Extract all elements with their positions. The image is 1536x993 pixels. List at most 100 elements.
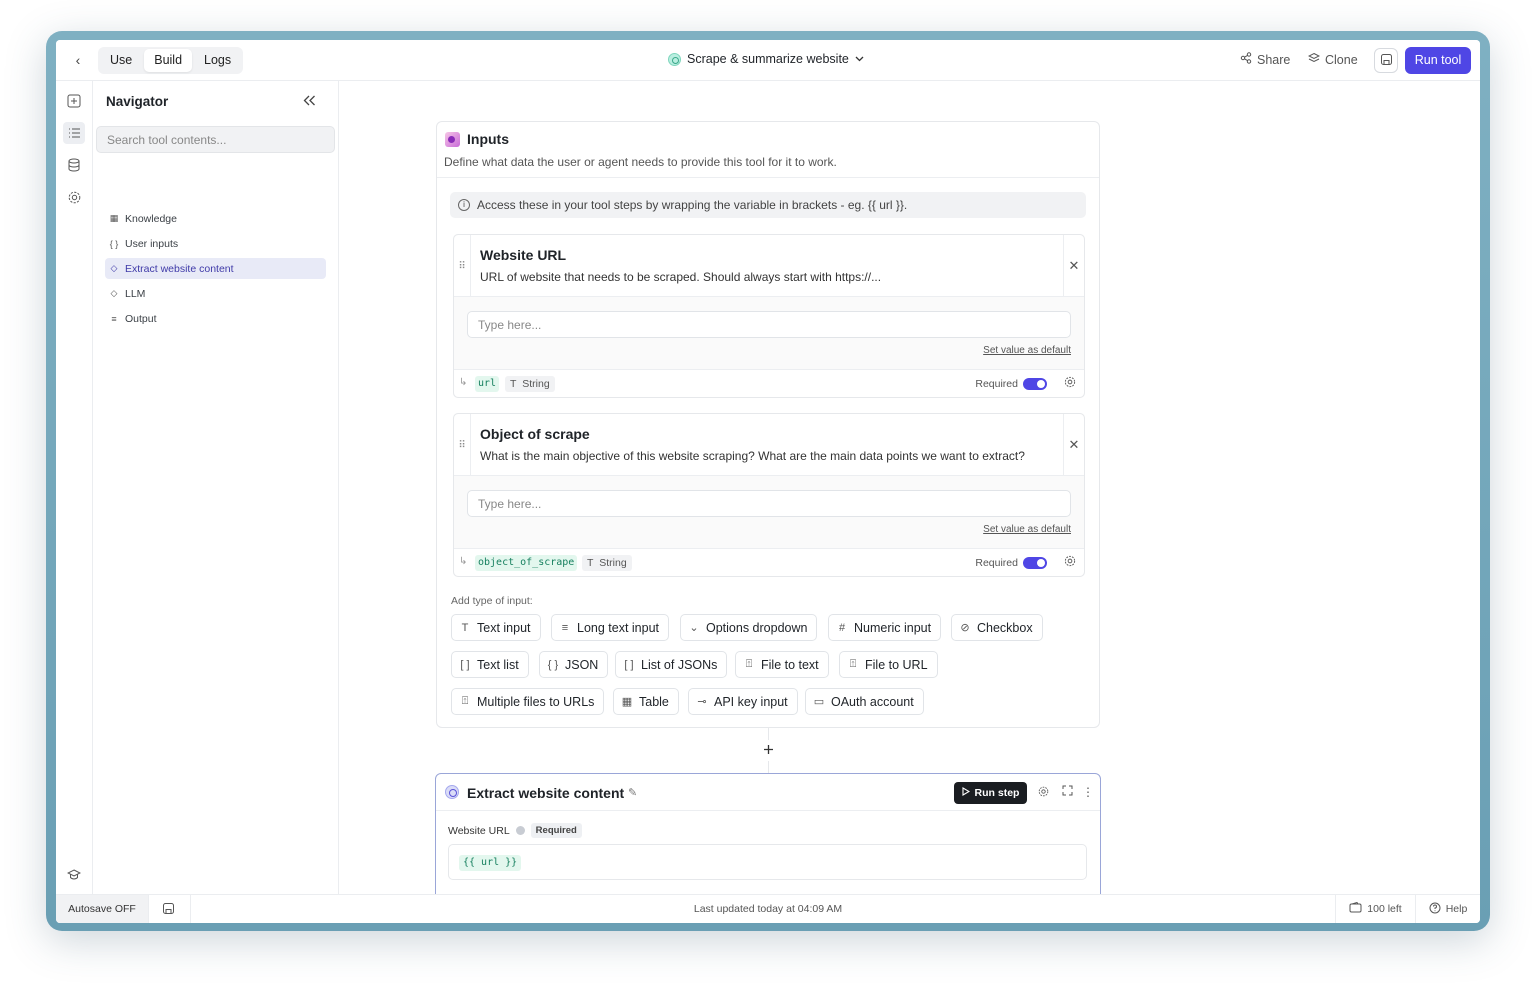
pencil-icon[interactable]: ✎	[628, 786, 637, 799]
required-label: Required	[975, 378, 1018, 390]
add-oauth-account-button[interactable]: ▭ OAuth account	[805, 688, 924, 715]
share-icon	[1240, 52, 1252, 67]
info-text: Access these in your tool steps by wrapp…	[477, 198, 908, 212]
required-toggle[interactable]	[1023, 378, 1047, 390]
add-file-to-url-button[interactable]: ⍐ File to URL	[839, 651, 938, 678]
object-of-scrape-textarea[interactable]	[467, 490, 1071, 517]
file-upload-icon: ⍐	[461, 695, 469, 707]
field-label-text: Website URL	[448, 824, 510, 837]
drag-handle-icon[interactable]: ⠿	[454, 414, 471, 476]
nav-item-output[interactable]: ≡ Output	[105, 308, 326, 329]
wallet-icon	[1349, 901, 1362, 916]
diamond-icon: ◇	[110, 263, 118, 273]
navigator-panel: Navigator ▦ Knowledge { } User inputs ◇ …	[93, 81, 339, 894]
globe-icon	[445, 785, 459, 799]
brackets-icon: [ ]	[460, 658, 470, 671]
field-name[interactable]: Object of scrape	[480, 426, 590, 442]
help-circle-icon	[1429, 902, 1441, 917]
back-arrow-icon[interactable]: ‹	[68, 50, 88, 70]
add-step-button[interactable]	[758, 740, 779, 761]
step-field-label: Website URL Required	[448, 823, 582, 838]
save-button[interactable]	[1374, 48, 1398, 73]
button-label: File to URL	[865, 657, 928, 672]
set-default-link[interactable]: Set value as default	[983, 524, 1071, 535]
tab-build[interactable]: Build	[144, 49, 193, 72]
table-icon: ▦	[621, 696, 633, 708]
collapse-icon[interactable]	[303, 93, 316, 109]
autosave-toggle[interactable]: Autosave OFF	[56, 895, 149, 923]
nav-item-label: User inputs	[125, 237, 179, 250]
add-table-button[interactable]: ▦ Table	[613, 688, 679, 715]
nav-item-knowledge[interactable]: ▦ Knowledge	[105, 208, 326, 229]
field-header: ⠿ Website URL URL of website that needs …	[454, 235, 1084, 297]
list-icon[interactable]	[63, 122, 85, 144]
close-icon[interactable]: ✕	[1063, 414, 1084, 476]
add-text-input-button[interactable]: T Text input	[451, 614, 541, 641]
share-button[interactable]: Share	[1240, 52, 1290, 67]
database-icon[interactable]	[65, 156, 83, 174]
button-label: JSON	[565, 657, 599, 672]
type-tag[interactable]: T String	[505, 376, 555, 392]
add-options-dropdown-button[interactable]: ⌄ Options dropdown	[680, 614, 818, 641]
button-label: File to text	[761, 657, 819, 672]
run-tool-button[interactable]: Run tool	[1405, 47, 1471, 74]
table-icon: ▦	[109, 213, 119, 223]
nav-item-label: Output	[125, 312, 157, 325]
website-url-value-field[interactable]: {{ url }}	[448, 844, 1087, 880]
expand-icon[interactable]	[1060, 785, 1074, 799]
required-toggle[interactable]	[1023, 557, 1047, 569]
curly-braces-icon: { }	[547, 658, 559, 671]
tool-title-dropdown[interactable]: Scrape & summarize website	[668, 52, 864, 66]
gear-icon[interactable]	[65, 188, 83, 206]
type-label: String	[599, 557, 627, 569]
type-tag[interactable]: T String	[582, 555, 632, 571]
brackets-icon: [ ]	[624, 658, 634, 671]
run-step-button[interactable]: Run step	[954, 782, 1027, 804]
drag-handle-icon[interactable]: ⠿	[454, 235, 471, 297]
button-label: Checkbox	[977, 620, 1033, 635]
clone-label: Clone	[1325, 52, 1358, 67]
website-url-input[interactable]	[467, 311, 1071, 338]
button-label: Numeric input	[854, 620, 932, 635]
field-header: ⠿ Object of scrape What is the main obje…	[454, 414, 1084, 476]
clone-button[interactable]: Clone	[1307, 52, 1358, 67]
more-vertical-icon[interactable]: ⋮	[1081, 785, 1095, 799]
nav-item-label: Extract website content	[125, 262, 234, 275]
add-json-button[interactable]: { } JSON	[539, 651, 609, 678]
inputs-header: Inputs Define what data the user or agen…	[437, 122, 1099, 178]
nav-item-llm[interactable]: ◇ LLM	[105, 283, 326, 304]
share-label: Share	[1257, 52, 1291, 67]
required-label: Required	[975, 557, 1018, 569]
nav-item-user-inputs[interactable]: { } User inputs	[105, 233, 326, 254]
field-description[interactable]: URL of website that needs to be scraped.…	[480, 270, 881, 284]
add-list-of-jsons-button[interactable]: [ ] List of JSONs	[615, 651, 728, 678]
nav-item-label: LLM	[125, 287, 146, 300]
help-button[interactable]: Help	[1415, 895, 1480, 923]
help-label: Help	[1445, 903, 1468, 915]
tab-logs[interactable]: Logs	[194, 49, 241, 72]
info-banner: i Access these in your tool steps by wra…	[450, 192, 1086, 218]
gear-icon[interactable]	[1036, 785, 1050, 799]
nav-item-extract-website-content[interactable]: ◇ Extract website content	[105, 258, 326, 279]
set-default-link[interactable]: Set value as default	[983, 345, 1071, 356]
input-field-card-object-of-scrape: ⠿ Object of scrape What is the main obje…	[453, 413, 1085, 577]
add-multiple-files-to-urls-button[interactable]: ⍐ Multiple files to URLs	[451, 688, 605, 715]
graduation-cap-icon[interactable]	[65, 866, 83, 884]
gear-icon[interactable]	[1063, 375, 1078, 390]
save-icon[interactable]	[162, 902, 176, 916]
output-icon: ≡	[111, 313, 117, 324]
close-icon[interactable]: ✕	[1063, 235, 1084, 297]
add-file-to-text-button[interactable]: ⍐ File to text	[735, 651, 829, 678]
field-description[interactable]: What is the main objective of this websi…	[480, 449, 1025, 463]
add-long-text-input-button[interactable]: ≡ Long text input	[551, 614, 670, 641]
add-text-list-button[interactable]: [ ] Text list	[451, 651, 529, 678]
add-square-icon[interactable]	[65, 92, 83, 110]
field-name[interactable]: Website URL	[480, 247, 566, 263]
tab-use[interactable]: Use	[100, 49, 142, 72]
add-numeric-input-button[interactable]: # Numeric input	[828, 614, 942, 641]
add-checkbox-button[interactable]: ⊘ Checkbox	[951, 614, 1043, 641]
inputs-card: Inputs Define what data the user or agen…	[436, 121, 1100, 728]
add-api-key-input-button[interactable]: ⊸ API key input	[688, 688, 798, 715]
gear-icon[interactable]	[1063, 554, 1078, 569]
navigator-search-input[interactable]	[96, 126, 335, 153]
